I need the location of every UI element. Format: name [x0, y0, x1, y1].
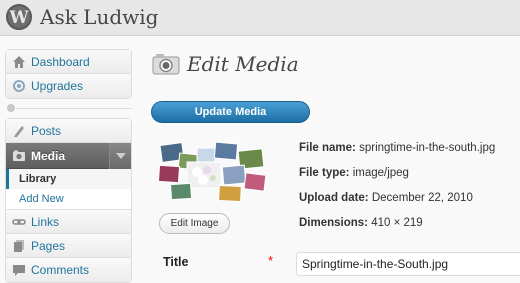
media-page-icon: [152, 54, 180, 75]
required-marker: *: [268, 253, 274, 268]
meta-upload-date: Upload date: December 22, 2010: [299, 192, 473, 204]
sidebar-item-label: Upgrades: [31, 79, 84, 93]
menu-separator: [16, 108, 132, 109]
media-icon: [13, 150, 25, 161]
submenu-item-library[interactable]: Library: [6, 169, 131, 189]
sidebar-item-label: Dashboard: [31, 55, 90, 69]
links-icon: [12, 219, 26, 225]
meta-file-name: File name: springtime-in-the-south.jpg: [299, 142, 496, 154]
title-field-label: Title: [163, 255, 189, 269]
upgrades-icon: [13, 80, 25, 92]
comments-icon: [13, 265, 25, 276]
admin-header: W Ask Ludwig: [0, 0, 520, 36]
collapse-menu-icon[interactable]: [7, 104, 15, 112]
sidebar-item-label: Comments: [31, 263, 90, 277]
sidebar-item-comments[interactable]: Comments: [6, 258, 131, 282]
submenu-toggle-button[interactable]: [109, 143, 131, 169]
admin-menu-group-top: Dashboard Upgrades: [5, 49, 132, 99]
pages-icon: [14, 240, 24, 252]
meta-dimensions: Dimensions: 410 × 219: [299, 217, 423, 229]
update-media-button[interactable]: Update Media: [151, 101, 310, 123]
sidebar-item-dashboard[interactable]: Dashboard: [6, 50, 131, 74]
sidebar-item-label: Pages: [31, 239, 66, 253]
edit-image-button[interactable]: Edit Image: [159, 213, 230, 234]
posts-icon: [14, 126, 24, 137]
meta-file-type: File type: image/jpeg: [299, 167, 409, 179]
sidebar-item-links[interactable]: Links: [6, 210, 131, 234]
sidebar-item-posts[interactable]: Posts: [6, 119, 131, 143]
submenu-item-add-new[interactable]: Add New: [6, 189, 131, 209]
chevron-down-icon: [116, 153, 126, 159]
wordpress-logo-icon[interactable]: W: [6, 4, 32, 30]
page-title: Edit Media: [187, 52, 299, 76]
sidebar-item-label: Media: [31, 149, 66, 163]
site-title[interactable]: Ask Ludwig: [40, 5, 158, 29]
sidebar-item-media[interactable]: Media: [6, 143, 131, 169]
media-submenu: Library Add New: [6, 169, 131, 210]
dashboard-icon: [13, 56, 25, 68]
sidebar-item-label: Posts: [31, 124, 62, 138]
title-input[interactable]: [296, 252, 520, 276]
sidebar-item-upgrades[interactable]: Upgrades: [6, 74, 131, 98]
media-thumbnail: [157, 141, 267, 203]
sidebar-item-pages[interactable]: Pages: [6, 234, 131, 258]
sidebar-item-label: Links: [31, 215, 60, 229]
admin-menu-group-content: Posts Media Library Add New Links Pages …: [5, 118, 132, 283]
